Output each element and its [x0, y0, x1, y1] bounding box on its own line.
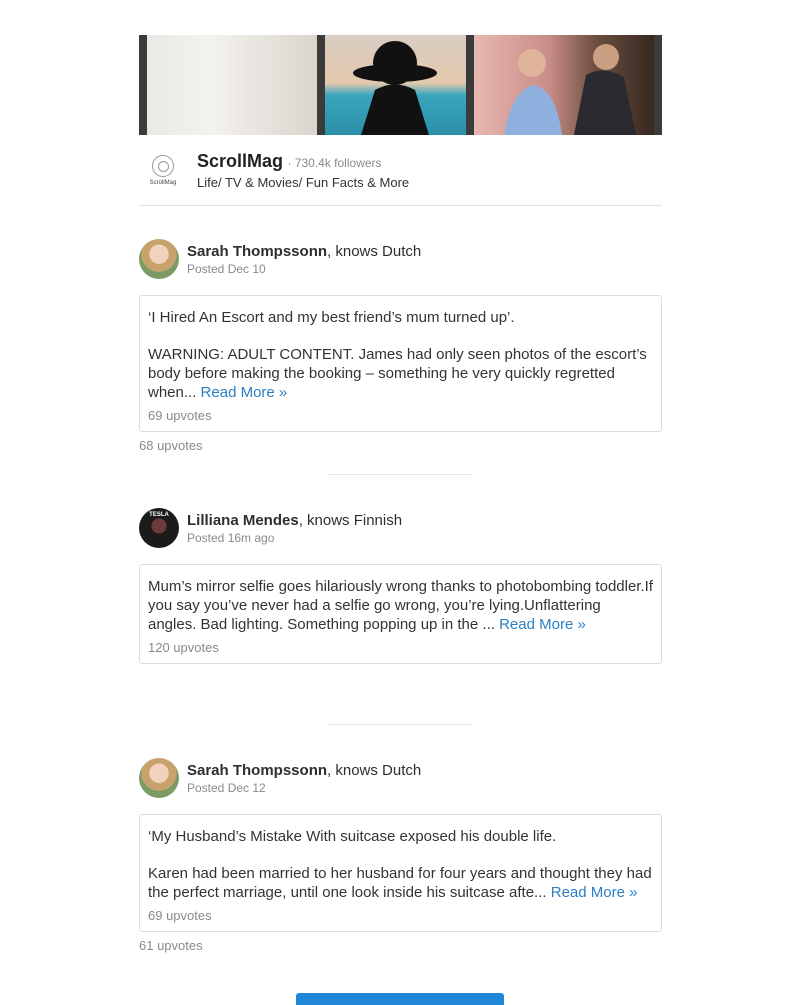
post-date[interactable]: Posted Dec 10: [187, 262, 421, 276]
scrollmag-logo-icon: [152, 154, 174, 177]
banner-photo-1: [139, 35, 317, 135]
author-name[interactable]: Sarah Thompssonn: [187, 762, 327, 779]
post-title: ‘My Husband’s Mistake With suitcase expo…: [148, 828, 557, 845]
post-upvotes[interactable]: 68 upvotes: [139, 438, 662, 453]
avatar-text: TESLA: [149, 512, 169, 518]
publication-subtitle: Life/ TV & Movies/ Fun Facts & More: [197, 174, 410, 190]
post-author: TESLA Lilliana Mendes, knows Finnish Pos…: [139, 508, 662, 548]
publication-name[interactable]: ScrollMag: [197, 151, 283, 171]
post-date[interactable]: Posted 16m ago: [187, 531, 402, 545]
author-name[interactable]: Sarah Thompssonn: [187, 243, 327, 260]
avatar[interactable]: [139, 239, 179, 279]
shared-content-card[interactable]: Mum’s mirror selfie goes hilariously wro…: [139, 564, 662, 664]
post-upvotes[interactable]: 61 upvotes: [139, 938, 662, 953]
post-divider: [329, 724, 471, 725]
post-title: ‘I Hired An Escort and my best friend’s …: [148, 309, 515, 326]
publication-banner-image[interactable]: [139, 35, 662, 135]
post-date[interactable]: Posted Dec 12: [187, 781, 421, 795]
shared-content-card[interactable]: ‘My Husband’s Mistake With suitcase expo…: [139, 814, 662, 932]
banner-photo-3: [474, 35, 662, 135]
post-author: Sarah Thompssonn, knows Dutch Posted Dec…: [139, 758, 662, 798]
card-upvotes: 69 upvotes: [148, 908, 212, 923]
author-credential: , knows Dutch: [327, 761, 422, 779]
scrollmag-logo[interactable]: ScrollMag: [139, 146, 187, 194]
read-more-link[interactable]: Read More »: [201, 384, 288, 401]
avatar[interactable]: [139, 758, 179, 798]
post-divider: [329, 474, 471, 475]
avatar[interactable]: TESLA: [139, 508, 179, 548]
author-credential: , knows Dutch: [327, 242, 422, 260]
feed-post: TESLA Lilliana Mendes, knows Finnish Pos…: [139, 508, 662, 664]
follower-count: · 730.4k followers: [287, 155, 382, 170]
load-more-button[interactable]: [296, 993, 504, 1005]
post-author: Sarah Thompssonn, knows Dutch Posted Dec…: [139, 239, 662, 279]
card-upvotes: 120 upvotes: [148, 640, 219, 655]
author-credential: , knows Finnish: [298, 511, 403, 529]
banner-photo-2: [317, 35, 474, 135]
publication-header: ScrollMag ScrollMag · 730.4k followers L…: [139, 35, 662, 206]
publication-info: ScrollMag ScrollMag · 730.4k followers L…: [139, 135, 662, 206]
shared-content-card[interactable]: ‘I Hired An Escort and my best friend’s …: [139, 295, 662, 432]
card-upvotes: 69 upvotes: [148, 408, 212, 423]
logo-text: ScrollMag: [149, 179, 177, 186]
feed-post: Sarah Thompssonn, knows Dutch Posted Dec…: [139, 239, 662, 453]
author-name[interactable]: Lilliana Mendes: [187, 512, 299, 529]
feed-post: Sarah Thompssonn, knows Dutch Posted Dec…: [139, 758, 662, 953]
read-more-link[interactable]: Read More »: [499, 616, 586, 633]
read-more-link[interactable]: Read More »: [551, 884, 638, 901]
